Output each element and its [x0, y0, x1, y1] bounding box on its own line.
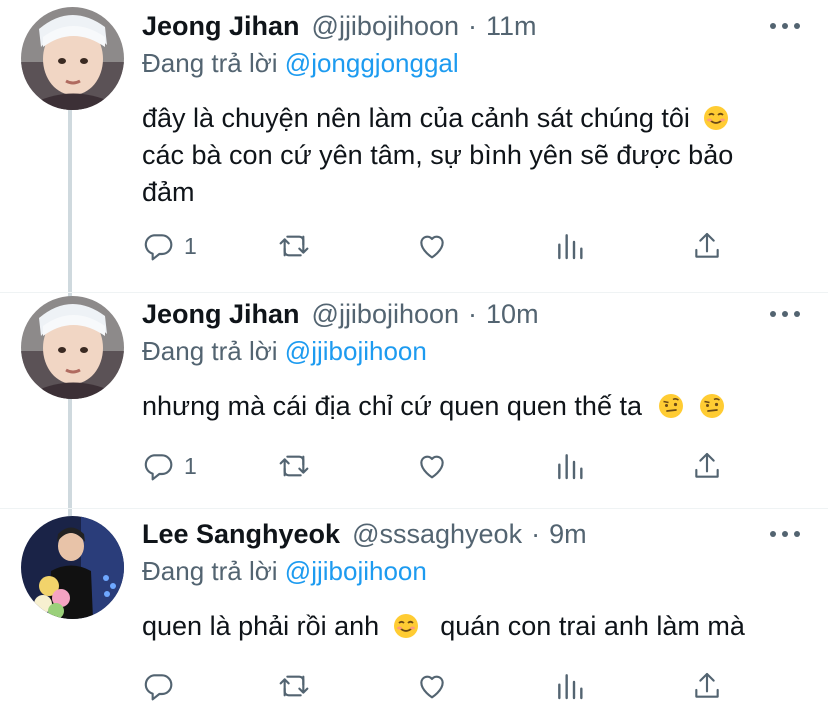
tweet[interactable]: Lee Sanghyeok @sssaghyeok · 9m Đang trả …	[0, 0, 828, 714]
tweet-text-part: quen là phải rồi anh	[142, 611, 380, 641]
separator-dot: ·	[531, 518, 541, 549]
like-button[interactable]	[416, 666, 448, 706]
replying-to: Đang trả lời @jjibojihoon	[142, 556, 427, 587]
smiling-face-emoji	[393, 614, 418, 638]
tweet-thread: Jeong Jihan @jjibojihoon · 11m Đang trả …	[0, 0, 828, 714]
tweet-text: quen là phải rồi anh quán con trai anh l…	[142, 608, 792, 645]
like-icon	[420, 675, 444, 699]
retweet-icon	[279, 675, 309, 697]
reply-icon	[144, 674, 173, 701]
share-icon	[695, 672, 719, 698]
tweet-actions	[142, 666, 742, 706]
avatar[interactable]	[21, 516, 124, 619]
tweet-text-part: quán con trai anh làm mà	[440, 611, 745, 641]
stats-button[interactable]	[554, 666, 586, 706]
user-handle[interactable]: @sssaghyeok	[352, 519, 522, 550]
replying-to-label: Đang trả lời	[142, 556, 278, 586]
tweet-header: Lee Sanghyeok @sssaghyeok · 9m	[142, 518, 587, 550]
replying-to-handle[interactable]: @jjibojihoon	[285, 556, 427, 586]
reply-button[interactable]	[142, 666, 184, 706]
stats-icon	[558, 674, 583, 700]
timestamp[interactable]: 9m	[549, 519, 587, 550]
retweet-button[interactable]	[278, 666, 310, 706]
more-icon[interactable]	[770, 529, 800, 539]
share-button[interactable]	[691, 666, 723, 706]
display-name[interactable]: Lee Sanghyeok	[142, 519, 340, 550]
